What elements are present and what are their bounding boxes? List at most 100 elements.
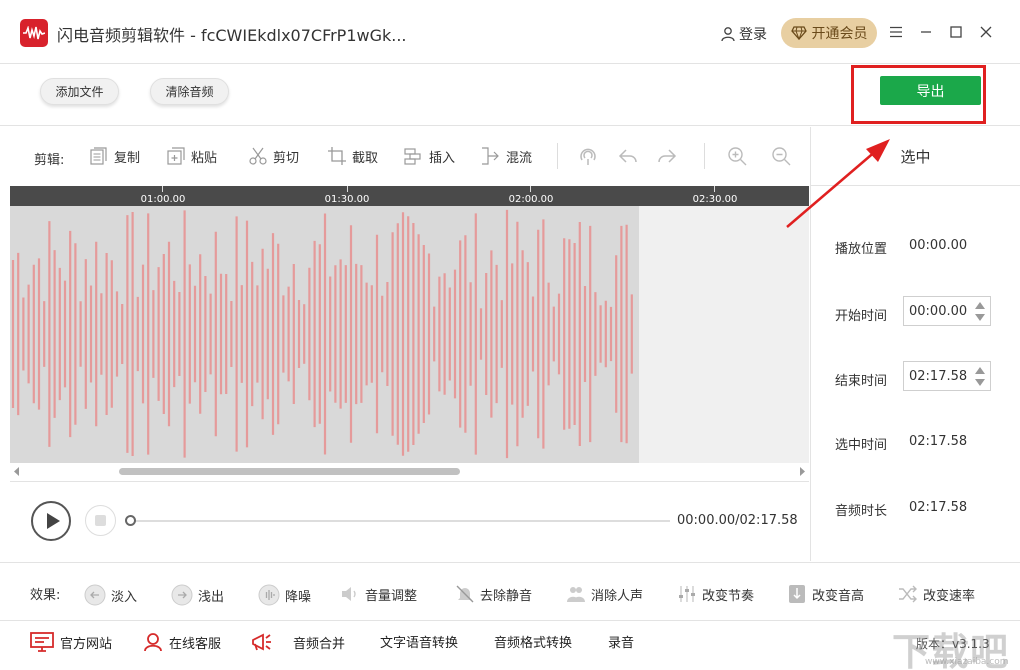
clear-audio-button[interactable]: 清除音频 <box>150 78 229 105</box>
insert-icon <box>404 148 421 165</box>
monitor-icon <box>30 632 54 652</box>
scroll-right-icon[interactable] <box>799 467 805 476</box>
redo-icon <box>658 149 677 163</box>
official-site-label: 官方网站 <box>60 636 113 652</box>
fade-in-button[interactable]: 淡入 <box>84 584 137 606</box>
play-position-value: 00:00.00 <box>909 238 968 253</box>
waveform-area[interactable] <box>10 206 809 463</box>
scroll-left-icon[interactable] <box>14 467 20 476</box>
end-time-field[interactable]: 02:17.58 <box>903 361 991 391</box>
vip-button[interactable]: 开通会员 <box>781 18 877 48</box>
insert-button[interactable]: 插入 <box>404 146 455 166</box>
text-to-speech-label: 文字语音转换 <box>380 636 459 651</box>
change-speed-label: 改变速率 <box>923 588 976 604</box>
undo-icon <box>618 149 637 163</box>
timeline-tick-label: 01:30.00 <box>324 194 370 205</box>
mix-button[interactable]: 混流 <box>481 146 532 166</box>
zoom-out-icon <box>772 147 791 166</box>
export-button[interactable]: 导出 <box>880 76 981 105</box>
audio-merge-label: 音频合并 <box>293 636 346 652</box>
remove-vocals-label: 消除人声 <box>591 588 644 604</box>
end-time-label: 结束时间 <box>835 374 888 389</box>
minimize-icon[interactable] <box>916 22 936 42</box>
official-site-button[interactable]: 官方网站 <box>30 632 112 652</box>
increment-icon[interactable] <box>975 367 985 374</box>
mute-bell-icon <box>456 585 474 603</box>
increment-icon[interactable] <box>975 302 985 309</box>
vip-label: 开通会员 <box>811 26 868 42</box>
audio-merge-button[interactable]: 音频合并 <box>251 632 345 652</box>
reset-button[interactable] <box>578 146 598 166</box>
format-convert-button[interactable]: 音频格式转换 <box>494 632 572 651</box>
support-person-icon <box>144 633 162 652</box>
change-pitch-button[interactable]: 改变音高 <box>787 584 864 604</box>
bottom-bar: 下载吧 www.xiazaiba.com 官方网站 在线客服 音频合并 文字语音… <box>0 620 1020 670</box>
people-icon <box>567 587 585 602</box>
timeline-ruler[interactable]: 01:00.00 01:30.00 02:00.00 02:30.00 <box>10 186 809 206</box>
shuffle-icon <box>899 585 917 603</box>
fade-in-label: 淡入 <box>111 589 138 605</box>
mix-icon <box>482 147 499 165</box>
maximize-icon[interactable] <box>946 22 966 42</box>
waveform <box>11 209 633 459</box>
play-button[interactable] <box>31 501 71 541</box>
close-icon[interactable] <box>976 22 996 42</box>
trim-button[interactable]: 截取 <box>327 146 378 166</box>
timeline-tick <box>162 186 163 192</box>
login-label: 登录 <box>739 27 767 43</box>
crop-icon <box>328 147 346 165</box>
add-file-button[interactable]: 添加文件 <box>40 78 119 105</box>
zoom-in-button[interactable] <box>727 146 747 166</box>
zoom-out-button[interactable] <box>771 146 791 166</box>
change-pitch-label: 改变音高 <box>812 588 865 604</box>
fade-out-label: 浅出 <box>198 589 225 605</box>
progress-knob[interactable] <box>125 515 136 526</box>
horizontal-scrollbar[interactable] <box>10 463 809 480</box>
title-bar: 闪电音频剪辑软件 - fcCWIEkdlx07CFrP1wGk... 登录 开通… <box>0 0 1020 64</box>
progress-track[interactable] <box>130 520 670 522</box>
change-speed-button[interactable]: 改变速率 <box>898 584 975 604</box>
login-button[interactable]: 登录 <box>720 24 767 44</box>
paste-label: 粘贴 <box>191 150 218 166</box>
scrollbar-thumb[interactable] <box>119 468 460 475</box>
undo-button[interactable] <box>618 146 638 166</box>
menu-icon[interactable] <box>886 22 906 42</box>
effects-bar: 效果: 淡入 浅出 降噪 音量调整 去除静音 消除人声 改变节奏 改变音高 改变… <box>0 562 1020 620</box>
start-time-field[interactable]: 00:00.00 <box>903 296 991 326</box>
selected-time-value: 02:17.58 <box>909 434 968 449</box>
user-icon <box>721 27 735 42</box>
online-support-button[interactable]: 在线客服 <box>143 632 221 652</box>
selection-panel: 选中 播放位置 00:00.00 开始时间 00:00.00 结束时间 02:1… <box>810 127 1020 561</box>
duration-label: 音频时长 <box>835 504 888 519</box>
tempo-icon <box>679 586 695 602</box>
start-time-label: 开始时间 <box>835 309 888 324</box>
redo-button[interactable] <box>657 146 677 166</box>
fade-out-button[interactable]: 浅出 <box>171 584 224 606</box>
timeline-tick-label: 01:00.00 <box>140 194 186 205</box>
stop-button[interactable] <box>85 505 116 536</box>
denoise-button[interactable]: 降噪 <box>258 584 311 606</box>
megaphone-icon <box>252 633 271 651</box>
play-position-label: 播放位置 <box>835 242 888 257</box>
app-logo-icon <box>20 19 48 47</box>
paste-button[interactable]: 粘贴 <box>166 146 217 166</box>
cut-button[interactable]: 剪切 <box>248 146 299 166</box>
remove-vocals-button[interactable]: 消除人声 <box>566 584 643 604</box>
end-time-value: 02:17.58 <box>909 369 968 384</box>
copy-button[interactable]: 复制 <box>89 146 140 166</box>
window-title: 闪电音频剪辑软件 - fcCWIEkdlx07CFrP1wGk... <box>57 26 407 45</box>
decrement-icon[interactable] <box>975 314 985 321</box>
pitch-icon <box>789 585 805 603</box>
volume-adjust-label: 音量调整 <box>365 588 418 604</box>
change-tempo-button[interactable]: 改变节奏 <box>677 584 754 604</box>
remove-silence-button[interactable]: 去除静音 <box>455 584 532 604</box>
text-to-speech-button[interactable]: 文字语音转换 <box>380 632 458 651</box>
toolbar-divider <box>557 143 558 169</box>
fade-in-icon <box>84 584 106 606</box>
toolbar-divider <box>704 143 705 169</box>
record-button[interactable]: 录音 <box>608 632 634 651</box>
decrement-icon[interactable] <box>975 379 985 386</box>
watermark-url: www.xiazaiba.com <box>925 657 1009 667</box>
timeline-tick <box>530 186 531 192</box>
volume-adjust-button[interactable]: 音量调整 <box>340 584 417 604</box>
